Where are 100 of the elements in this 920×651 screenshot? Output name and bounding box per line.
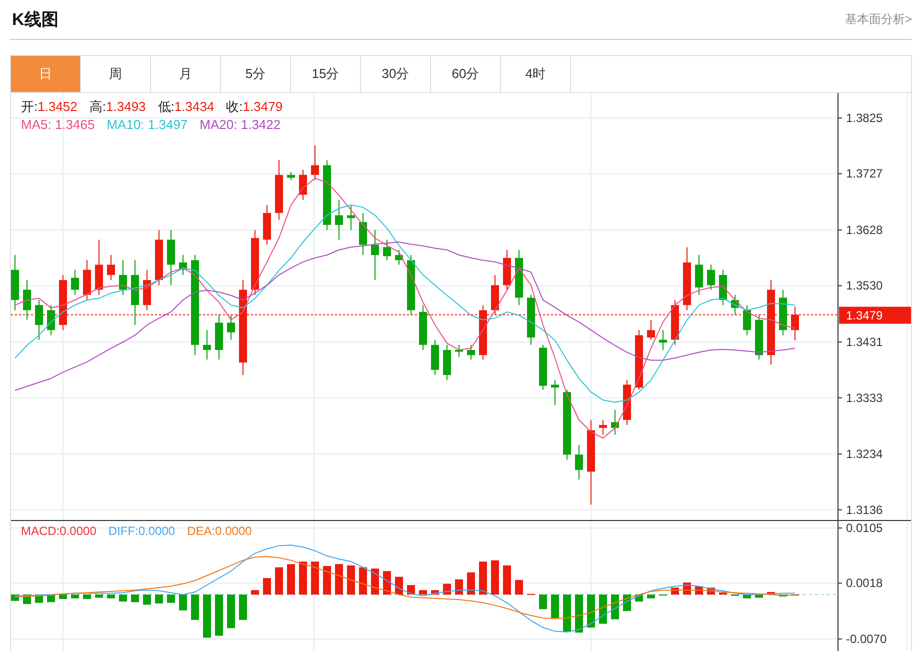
axis-label: 1.3825 bbox=[846, 111, 883, 126]
candlestick bbox=[647, 319, 655, 340]
candlestick bbox=[59, 274, 67, 331]
candlestick bbox=[779, 289, 787, 336]
histogram-bar bbox=[383, 571, 391, 595]
period-tab[interactable]: 5分 bbox=[221, 56, 291, 92]
histogram-bar bbox=[227, 594, 235, 628]
candlestick bbox=[203, 330, 211, 360]
candlestick bbox=[695, 254, 703, 296]
legend-value: 1.3479 bbox=[242, 99, 283, 114]
candlestick bbox=[563, 389, 571, 460]
current-price-tag: 1.3479 bbox=[839, 306, 911, 324]
candlestick bbox=[719, 269, 727, 306]
candlestick bbox=[455, 344, 463, 358]
candlestick bbox=[419, 304, 427, 350]
candlestick bbox=[311, 144, 319, 180]
candlestick bbox=[467, 344, 475, 360]
histogram-bar bbox=[299, 562, 307, 595]
candlestick bbox=[167, 230, 175, 286]
period-tab[interactable]: 周 bbox=[81, 56, 151, 92]
candlestick bbox=[395, 249, 403, 266]
histogram-bar bbox=[263, 578, 271, 595]
histogram-bar bbox=[323, 566, 331, 595]
candlestick bbox=[755, 314, 763, 360]
candlestick bbox=[347, 204, 355, 231]
histogram-bar bbox=[515, 580, 523, 595]
candlestick bbox=[71, 269, 79, 296]
histogram-bar bbox=[575, 594, 583, 633]
indicator-legend: MACD:0.0000 bbox=[21, 524, 96, 538]
axis-label: 1.3136 bbox=[846, 502, 883, 517]
legend-label: 高: bbox=[89, 99, 106, 114]
histogram-bar bbox=[647, 594, 655, 598]
histogram-bar bbox=[251, 590, 259, 595]
period-tab[interactable]: 15分 bbox=[291, 56, 361, 92]
histogram-bar bbox=[119, 594, 127, 602]
candlestick bbox=[155, 230, 163, 286]
moving-average-legend: MA5: 1.3465 bbox=[21, 116, 95, 134]
candlestick bbox=[527, 294, 535, 346]
histogram-bar bbox=[419, 590, 427, 595]
histogram-bar bbox=[143, 594, 151, 605]
histogram-bar bbox=[311, 562, 319, 595]
period-tab[interactable]: 月 bbox=[151, 56, 221, 92]
candlestick bbox=[251, 230, 259, 296]
legend-label: 低: bbox=[158, 99, 174, 114]
period-tab[interactable]: 60分 bbox=[431, 56, 501, 92]
histogram-bar bbox=[203, 594, 211, 638]
axis-label: 1.3333 bbox=[846, 390, 883, 405]
histogram-bar bbox=[467, 572, 475, 595]
candlestick bbox=[707, 264, 715, 290]
candlestick bbox=[599, 419, 607, 436]
histogram-bar bbox=[539, 594, 547, 610]
candlestick bbox=[179, 254, 187, 276]
histogram-bar bbox=[287, 564, 295, 595]
candlestick bbox=[275, 160, 283, 220]
candlestick bbox=[407, 254, 415, 316]
candlestick bbox=[119, 260, 127, 296]
histogram-bar bbox=[611, 594, 619, 620]
histogram-bar bbox=[107, 594, 115, 598]
candlestick bbox=[551, 380, 559, 406]
histogram-bar bbox=[179, 594, 187, 610]
axis-label: 1.3530 bbox=[846, 278, 883, 293]
histogram-bar bbox=[719, 592, 727, 595]
fundamentals-link[interactable]: 基本面分析> bbox=[844, 11, 912, 28]
histogram-bar bbox=[551, 594, 559, 618]
candlestick bbox=[743, 304, 751, 336]
candlestick bbox=[143, 269, 151, 311]
candlestick bbox=[479, 304, 487, 360]
histogram-bar bbox=[239, 594, 247, 620]
axis-label: 1.3234 bbox=[846, 447, 883, 462]
candlestick bbox=[683, 246, 691, 311]
candlestick bbox=[371, 230, 379, 281]
candlestick bbox=[383, 239, 391, 261]
candlestick bbox=[539, 344, 547, 390]
candlestick bbox=[515, 249, 523, 306]
legend-value: 1.3434 bbox=[174, 99, 214, 114]
histogram-bar bbox=[191, 594, 199, 620]
moving-average-legend: MA10: 1.3497 bbox=[106, 116, 188, 134]
candlestick bbox=[443, 344, 451, 381]
candlestick bbox=[635, 330, 643, 390]
histogram-bar bbox=[563, 594, 571, 632]
candlestick bbox=[575, 444, 583, 480]
candlestick bbox=[335, 199, 343, 240]
period-tab[interactable]: 30分 bbox=[361, 56, 431, 92]
histogram-bar bbox=[275, 567, 283, 595]
histogram-bar bbox=[167, 594, 175, 603]
candlestick bbox=[131, 260, 139, 326]
period-tab[interactable]: 4时 bbox=[501, 56, 571, 92]
axis-label: 0.0018 bbox=[846, 576, 883, 590]
moving-average-legend: MA20: 1.3422 bbox=[200, 116, 281, 134]
candlestick bbox=[11, 254, 19, 311]
histogram-bar bbox=[59, 594, 67, 599]
candlestick bbox=[503, 249, 511, 290]
legend-label: 开: bbox=[21, 99, 38, 114]
legend-value: 1.3493 bbox=[106, 99, 146, 114]
candlestick bbox=[323, 160, 331, 231]
candlestick bbox=[47, 304, 55, 336]
histogram-bar bbox=[215, 594, 223, 636]
candlestick bbox=[299, 169, 307, 200]
axis-label: 1.3628 bbox=[846, 223, 883, 238]
histogram-bar bbox=[587, 594, 595, 628]
